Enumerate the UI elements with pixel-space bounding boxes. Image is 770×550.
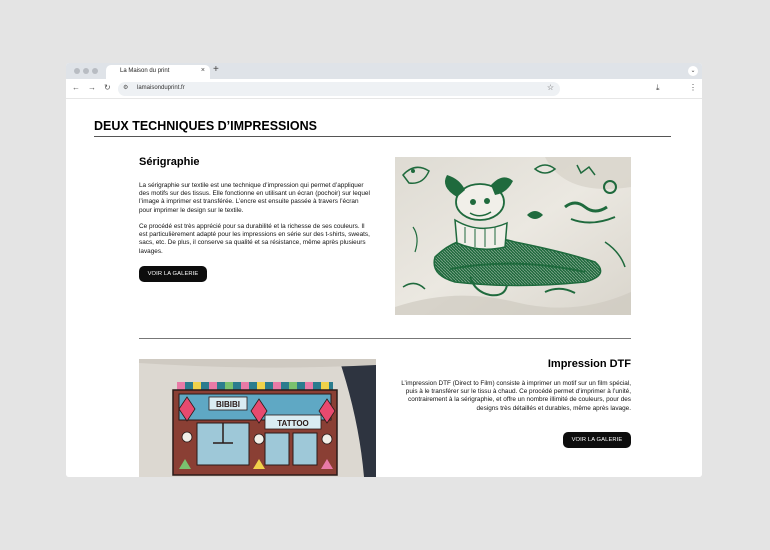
back-icon[interactable]: ← [72, 83, 80, 92]
window-minimize-dot[interactable] [83, 68, 89, 74]
dtf-photo: BIBIBI TATTOO [139, 359, 376, 477]
tab-bar: La Maison du print × + ⌄ [66, 63, 702, 79]
tab-close-icon[interactable]: × [201, 67, 205, 74]
window-close-dot[interactable] [74, 68, 80, 74]
serigraphie-paragraph-2: Ce procédé est très apprécié pour sa dur… [139, 223, 370, 255]
storefront-illustration: BIBIBI TATTOO [172, 382, 338, 476]
serigraphie-photo [395, 157, 631, 315]
serigraphie-paragraph-1: La sérigraphie sur textile est une techn… [139, 182, 370, 214]
dtf-gallery-button[interactable]: VOIR LA GALERIE [563, 432, 631, 448]
serigraphie-gallery-button[interactable]: VOIR LA GALERIE [139, 266, 207, 282]
url-text[interactable]: lamaisonduprint.fr [137, 85, 185, 91]
shop-sign-left: BIBIBI [216, 400, 240, 409]
section-divider [139, 338, 631, 339]
dtf-storefront-print-image: BIBIBI TATTOO [139, 359, 376, 477]
title-divider [94, 136, 671, 137]
screenprint-fabric-image [395, 157, 631, 315]
address-bar[interactable]: ⚙ lamaisonduprint.fr ☆ [118, 82, 560, 96]
new-tab-icon[interactable]: + [213, 64, 219, 75]
dtf-heading: Impression DTF [547, 358, 631, 370]
bookmark-star-icon[interactable]: ☆ [547, 83, 554, 92]
site-settings-icon[interactable]: ⚙ [123, 84, 128, 91]
download-icon[interactable]: ⤓ [656, 83, 660, 93]
reload-icon[interactable]: ↻ [104, 83, 111, 92]
tab-active[interactable]: La Maison du print × [106, 65, 210, 79]
window-maximize-dot[interactable] [92, 68, 98, 74]
page-title: DEUX TECHNIQUES D’IMPRESSIONS [94, 119, 317, 133]
forward-icon[interactable]: → [88, 83, 96, 92]
shop-sign-right: TATTOO [277, 419, 309, 428]
menu-kebab-icon[interactable]: ⋮ [689, 83, 697, 92]
browser-toolbar: ← → ↻ ⚙ lamaisonduprint.fr ☆ ⤓ ⋮ [66, 79, 702, 99]
page-content: DEUX TECHNIQUES D’IMPRESSIONS Sérigraphi… [66, 99, 702, 477]
browser-window: La Maison du print × + ⌄ ← → ↻ ⚙ lamaiso… [66, 63, 702, 477]
tab-search-chevron-icon[interactable]: ⌄ [688, 66, 698, 76]
dtf-paragraph: L’impression DTF (Direct to Film) consis… [401, 380, 631, 412]
tab-title: La Maison du print [120, 68, 170, 74]
serigraphie-heading: Sérigraphie [139, 156, 200, 168]
